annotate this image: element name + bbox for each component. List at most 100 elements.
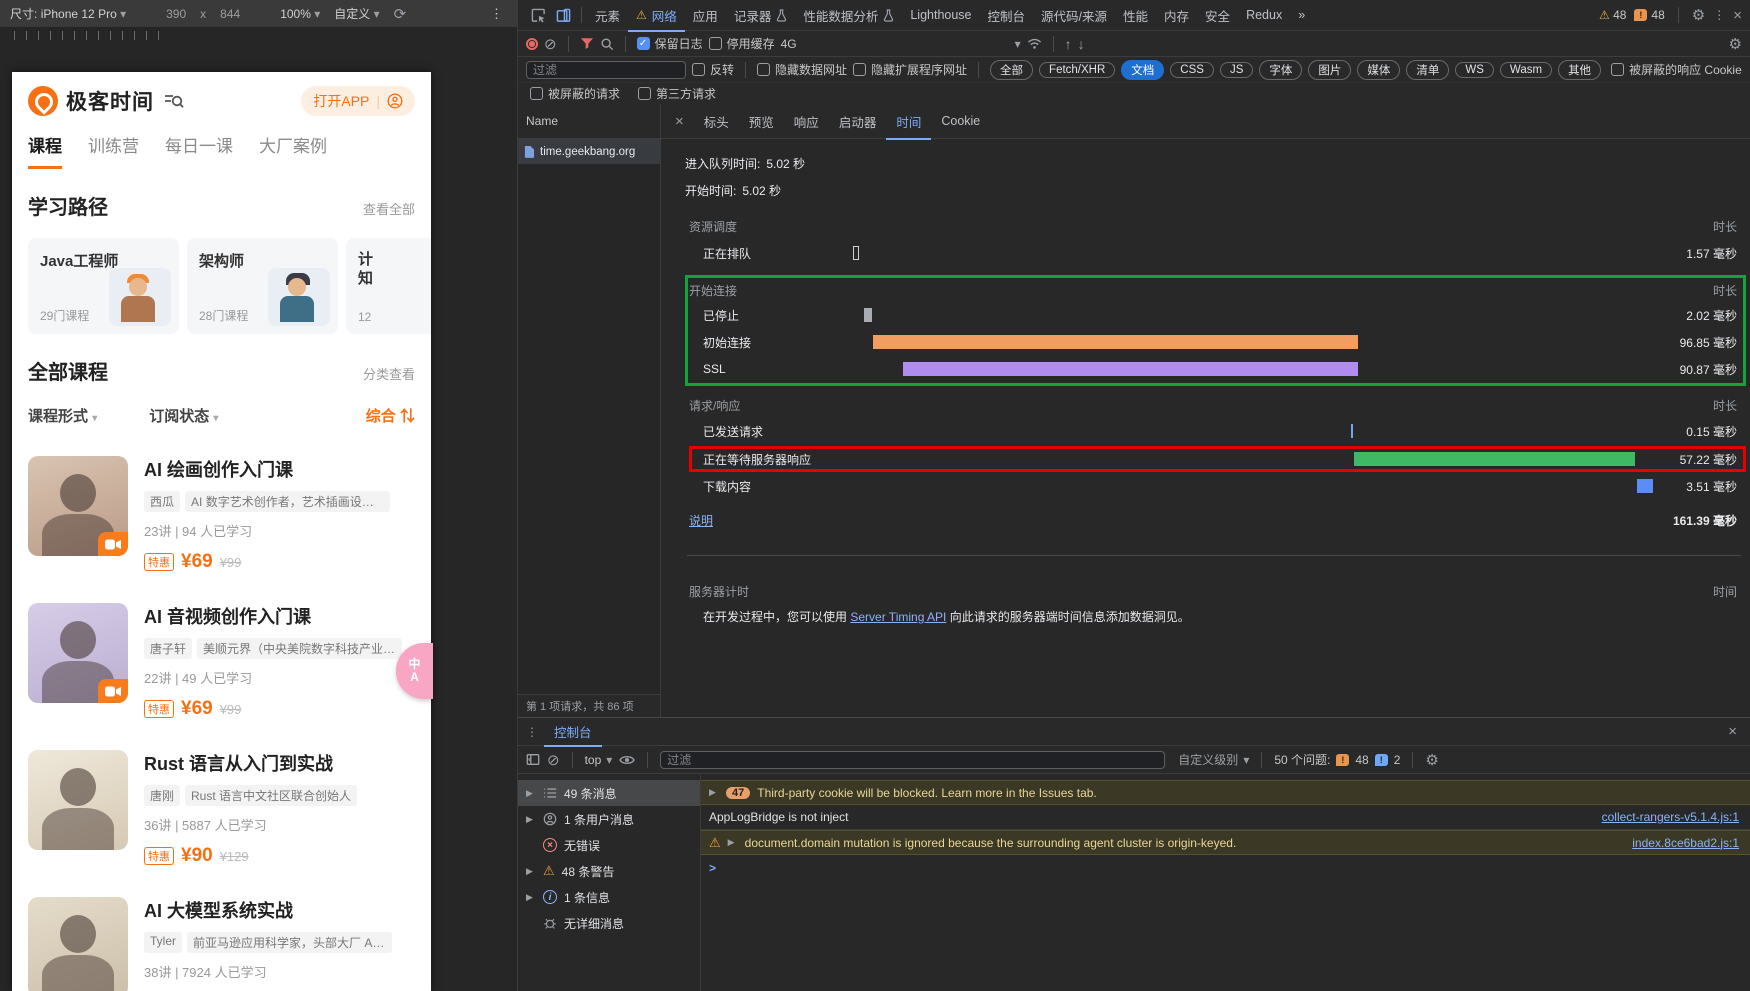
settings-gear-icon[interactable]: ⚙ [1692, 6, 1705, 24]
path-card-architect[interactable]: 架构师 28门课程 [187, 238, 338, 334]
tab-security[interactable]: 安全 [1197, 0, 1238, 32]
third-party-checkbox[interactable]: 第三方请求 [638, 85, 716, 102]
drawer-menu-icon[interactable]: ⋮ [526, 725, 538, 739]
devtools-menu-icon[interactable]: ⋮ [1713, 8, 1725, 22]
clear-network-log-icon[interactable]: ⊘ [544, 35, 557, 53]
filter-chip-ws[interactable]: WS [1455, 62, 1494, 78]
inspect-element-icon[interactable] [526, 8, 551, 23]
tab-performance-insights[interactable]: 性能数据分析 [795, 0, 902, 32]
tab-application[interactable]: 应用 [685, 0, 726, 32]
sidebar-user-messages[interactable]: ▶ 1 条用户消息 [518, 806, 700, 832]
sort-composite[interactable]: 综合 ⇅ [366, 405, 415, 426]
sidebar-info[interactable]: ▶ i 1 条信息 [518, 884, 700, 910]
device-width-field[interactable]: 390 [166, 7, 186, 21]
search-icon[interactable] [600, 37, 614, 51]
path-card-java[interactable]: Java工程师 29门课程 [28, 238, 179, 334]
console-settings-gear-icon[interactable]: ⚙ [1425, 751, 1438, 769]
console-filter-input[interactable] [660, 751, 1165, 769]
sidebar-warnings[interactable]: ▶ ⚠ 48 条警告 [518, 858, 700, 884]
device-toolbar-icon[interactable] [551, 8, 576, 23]
record-network-log-icon[interactable] [526, 38, 538, 50]
network-filter-input[interactable] [526, 61, 686, 79]
explanation-link[interactable]: 说明 [689, 512, 713, 529]
console-warning-row[interactable]: ⚠ ▶ document.domain mutation is ignored … [701, 830, 1750, 855]
filter-chip-other[interactable]: 其他 [1558, 60, 1601, 80]
path-card-partial[interactable]: 计 知 12 [346, 238, 431, 334]
filter-chip-font[interactable]: 字体 [1259, 60, 1302, 80]
close-details-icon[interactable]: × [665, 113, 694, 130]
tab-redux[interactable]: Redux [1238, 1, 1290, 29]
course-item[interactable]: Rust 语言从入门到实战 唐刚Rust 语言中文社区联合创始人 36讲 | 5… [12, 750, 431, 867]
source-link[interactable]: index.8ce6bad2.js:1 [1632, 836, 1739, 850]
tab-performance[interactable]: 性能 [1115, 0, 1156, 32]
filter-chip-doc[interactable]: 文档 [1121, 60, 1164, 80]
export-har-icon[interactable]: ↓ [1078, 36, 1085, 52]
tab-lighthouse[interactable]: Lighthouse [902, 1, 979, 29]
network-settings-gear-icon[interactable]: ⚙ [1729, 35, 1742, 53]
tab-recorder[interactable]: 记录器 [726, 0, 796, 32]
invert-checkbox[interactable]: 反转 [692, 61, 734, 78]
blocked-requests-checkbox[interactable]: 被屏蔽的请求 [530, 85, 620, 102]
issues-count[interactable]: !48 [1634, 8, 1664, 22]
filter-chip-img[interactable]: 图片 [1308, 60, 1351, 80]
network-conditions-icon[interactable] [1027, 37, 1042, 50]
detail-tab-headers[interactable]: 标头 [694, 103, 739, 140]
preserve-log-checkbox[interactable]: ✓保留日志 [637, 35, 703, 52]
zoom-select[interactable]: 100% ▾ [280, 7, 320, 21]
filter-chip-css[interactable]: CSS [1170, 62, 1214, 78]
warnings-count[interactable]: ⚠ 48 [1599, 8, 1626, 22]
filter-chip-manifest[interactable]: 清单 [1406, 60, 1449, 80]
tab-memory[interactable]: 内存 [1156, 0, 1197, 32]
brand-name[interactable]: 极客时间 [66, 86, 154, 116]
filter-icon[interactable] [580, 37, 594, 50]
open-app-button[interactable]: 打开APP| [301, 86, 415, 116]
nav-bootcamp[interactable]: 训练营 [88, 132, 139, 169]
close-devtools-icon[interactable]: × [1733, 7, 1742, 24]
search-icon[interactable] [164, 92, 184, 110]
log-level-select[interactable]: 自定义级别▾ [1178, 751, 1249, 768]
disable-cache-checkbox[interactable]: 停用缓存 [709, 35, 775, 52]
sidebar-verbose[interactable]: 无详细消息 [518, 910, 700, 936]
course-item[interactable]: AI 音视频创作入门课 唐子轩美顺元界（中央美院数字科技产业公... 22讲 |… [12, 603, 431, 720]
geekbang-logo-icon[interactable] [28, 86, 58, 116]
request-row[interactable]: time.geekbang.org [518, 139, 660, 164]
tab-network[interactable]: ⚠网络 [628, 0, 685, 32]
filter-course-form[interactable]: 课程形式 ▾ [28, 405, 97, 426]
name-column-header[interactable]: Name [518, 104, 660, 139]
filter-subscription[interactable]: 订阅状态 ▾ [149, 405, 218, 426]
hide-data-urls-checkbox[interactable]: 隐藏数据网址 [757, 61, 847, 78]
course-item[interactable]: AI 绘画创作入门课 西瓜AI 数字艺术创作者，艺术插画设计师 23讲 | 94… [12, 456, 431, 573]
detail-tab-cookie[interactable]: Cookie [931, 105, 990, 137]
rotate-icon[interactable]: ⟳ [394, 5, 407, 23]
view-by-category-link[interactable]: 分类查看 [363, 364, 415, 383]
issues-counter[interactable]: 50 个问题: !48 !2 [1274, 751, 1400, 768]
detail-tab-response[interactable]: 响应 [784, 103, 829, 140]
hide-extension-urls-checkbox[interactable]: 隐藏扩展程序网址 [853, 61, 967, 78]
course-item[interactable]: AI 大模型系统实战 Tyler前亚马逊应用科学家，头部大厂 AIGC ... … [12, 897, 431, 991]
filter-chip-all[interactable]: 全部 [990, 60, 1033, 80]
eye-icon[interactable] [619, 754, 635, 766]
console-prompt[interactable]: > [701, 855, 1750, 881]
throttling-select[interactable]: 4G▾ [781, 37, 1021, 51]
nav-courses[interactable]: 课程 [28, 132, 62, 169]
detail-tab-initiator[interactable]: 启动器 [829, 103, 887, 140]
view-all-link[interactable]: 查看全部 [363, 199, 415, 218]
tab-elements[interactable]: 元素 [587, 0, 628, 32]
close-drawer-icon[interactable]: × [1728, 723, 1743, 740]
context-select[interactable]: top▾ [585, 753, 613, 767]
console-tab[interactable]: 控制台 [544, 716, 602, 747]
detail-tab-timing[interactable]: 时间 [886, 103, 931, 140]
tab-console[interactable]: 控制台 [980, 0, 1034, 32]
throttle-select[interactable]: 自定义 ▾ [334, 5, 379, 22]
filter-chip-fetch-xhr[interactable]: Fetch/XHR [1039, 62, 1115, 78]
sidebar-no-errors[interactable]: × 无错误 [518, 832, 700, 858]
blocked-cookies-checkbox[interactable]: 被屏蔽的响应 Cookie [1611, 61, 1742, 78]
device-height-field[interactable]: 844 [220, 7, 240, 21]
console-sidebar-toggle-icon[interactable] [526, 753, 540, 766]
tab-sources[interactable]: 源代码/来源 [1033, 0, 1115, 32]
import-har-icon[interactable]: ↑ [1065, 36, 1072, 52]
filter-chip-wasm[interactable]: Wasm [1500, 62, 1552, 78]
filter-chip-media[interactable]: 媒体 [1357, 60, 1400, 80]
detail-tab-preview[interactable]: 预览 [739, 103, 784, 140]
more-tabs-icon[interactable]: » [1290, 1, 1313, 29]
